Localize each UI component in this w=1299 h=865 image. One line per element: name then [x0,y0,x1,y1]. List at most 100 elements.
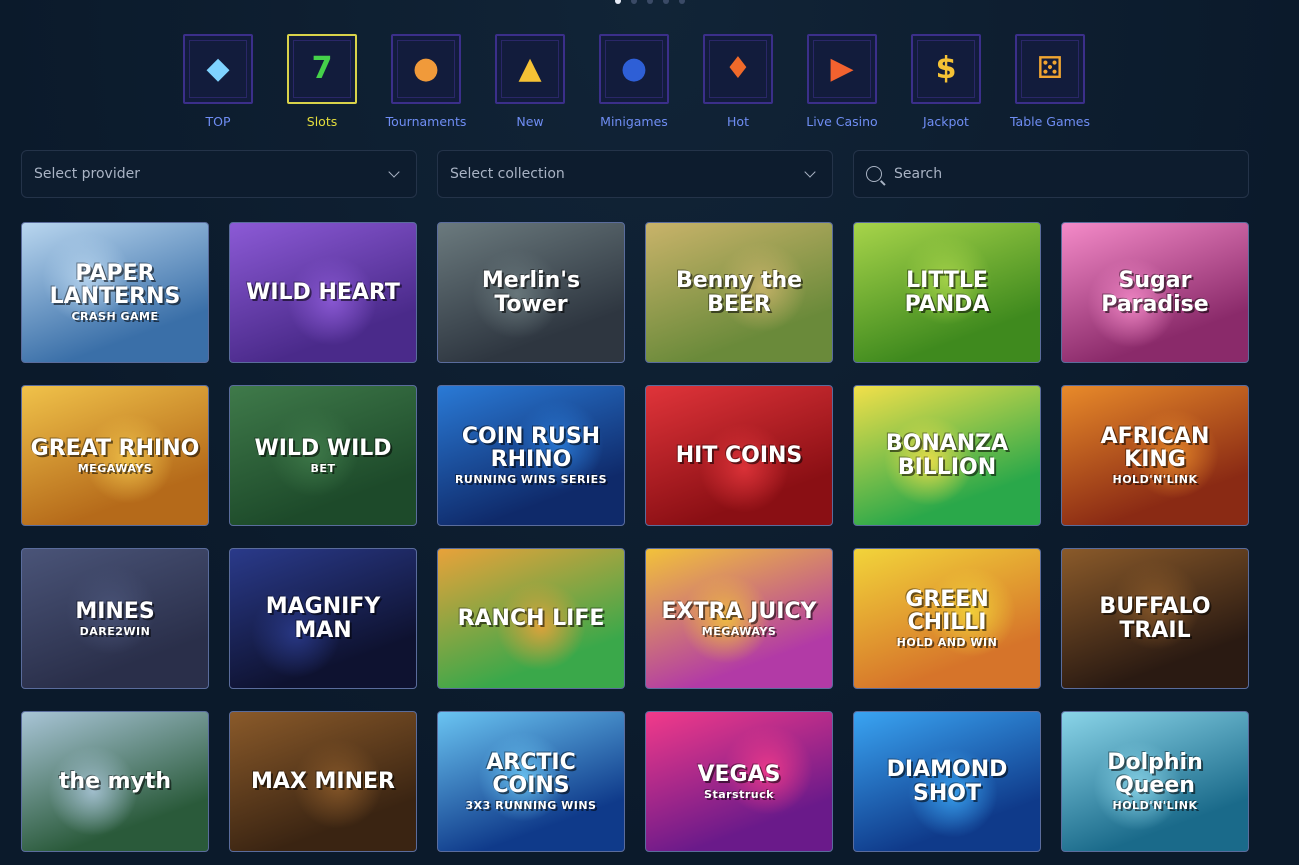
game-card[interactable]: DIAMOND SHOT [853,711,1041,852]
carousel-dots [0,0,1299,4]
game-title-text: PAPER LANTERNS [49,261,181,310]
carousel-dot[interactable] [630,0,637,4]
game-subtitle: HOLD'N'LINK [1112,799,1198,813]
game-card[interactable]: ARCTIC COINS 3X3 RUNNING WINS [437,711,625,852]
game-card[interactable]: EXTRA JUICY MEGAWAYS [645,548,833,689]
game-title-text: MINES [75,598,155,624]
category-label: Slots [306,114,338,129]
game-subtitle: Starstruck [704,787,774,801]
game-title: BONANZA BILLION [854,432,1040,478]
chevron-down-icon [804,166,816,178]
category-label: Minigames [600,114,668,129]
game-card[interactable]: WILD WILD BET [229,385,417,526]
game-card[interactable]: MINES DARE2WIN [21,548,209,689]
game-title-text: GREAT RHINO [30,435,200,461]
game-title: GREEN CHILLI HOLD AND WIN [854,588,1040,649]
category-tile: ▶ [807,34,877,104]
category-live-casino[interactable]: ▶ Live Casino [790,34,894,129]
collection-select[interactable]: Select collection [437,150,833,198]
game-card[interactable]: Benny the BEER [645,222,833,363]
game-title-text: Dolphin Queen [1107,750,1203,799]
flame-icon: ♦ [724,51,752,86]
game-title-text: MAX MINER [251,768,395,794]
game-subtitle: DARE2WIN [79,624,151,638]
category-hot[interactable]: ♦ Hot [686,34,790,129]
game-title-text: BUFFALO TRAIL [1099,594,1211,643]
game-card[interactable]: the myth [21,711,209,852]
game-card[interactable]: PAPER LANTERNS CRASH GAME [21,222,209,363]
category-tile: 7 [287,34,357,104]
game-subtitle: BET [310,461,336,475]
game-card[interactable]: COIN RUSH RHINO RUNNING WINS SERIES [437,385,625,526]
game-card[interactable]: Sugar Paradise [1061,222,1249,363]
search-icon [866,166,882,182]
game-title-text: WILD WILD [254,435,392,461]
category-minigames[interactable]: ● Minigames [582,34,686,129]
game-title: AFRICAN KING HOLD'N'LINK [1062,425,1248,486]
category-label: Hot [727,114,749,129]
play-icon: ▶ [830,51,854,86]
category-label: Tournaments [385,114,467,129]
filter-bar: Select provider Select collection [21,150,1249,198]
provider-select[interactable]: Select provider [21,150,417,198]
game-title-text: WILD HEART [246,279,400,305]
category-label: New [516,114,544,129]
game-title: RANCH LIFE [450,607,613,630]
carousel-dot[interactable] [614,0,621,4]
category-slots[interactable]: 7 Slots [270,34,374,129]
game-card[interactable]: GREAT RHINO MEGAWAYS [21,385,209,526]
game-card[interactable]: MAGNIFY MAN [229,548,417,689]
bomb-icon: ● [620,51,648,86]
game-card[interactable]: HIT COINS [645,385,833,526]
chevron-down-icon [388,166,400,178]
game-card[interactable]: VEGAS Starstruck [645,711,833,852]
category-tile: ▲ [495,34,565,104]
game-title: Dolphin Queen HOLD'N'LINK [1062,751,1248,812]
game-title: Merlin's Tower [438,269,624,315]
carousel-dot[interactable] [646,0,653,4]
category-table-games[interactable]: ⚄ Table Games [998,34,1102,129]
game-title: MINES DARE2WIN [67,600,162,638]
carousel-dot[interactable] [678,0,685,4]
game-title-text: EXTRA JUICY [661,598,817,624]
game-card[interactable]: WILD HEART [229,222,417,363]
category-tile: ◆ [183,34,253,104]
category-tournaments[interactable]: ● Tournaments [374,34,478,129]
game-card[interactable]: GREEN CHILLI HOLD AND WIN [853,548,1041,689]
game-title: ARCTIC COINS 3X3 RUNNING WINS [438,751,624,812]
diamond-icon: ◆ [206,51,230,86]
category-jackpot[interactable]: $ Jackpot [894,34,998,129]
game-card[interactable]: LITTLE PANDA [853,222,1041,363]
game-card[interactable]: BUFFALO TRAIL [1061,548,1249,689]
game-card[interactable]: Dolphin Queen HOLD'N'LINK [1061,711,1249,852]
search-box [853,150,1249,198]
game-title: WILD WILD BET [246,437,399,475]
game-title: MAGNIFY MAN [230,595,416,641]
game-card[interactable]: BONANZA BILLION [853,385,1041,526]
category-new[interactable]: ▲ New [478,34,582,129]
game-title-text: AFRICAN KING [1100,424,1210,473]
game-card[interactable]: AFRICAN KING HOLD'N'LINK [1061,385,1249,526]
search-input[interactable] [892,165,1236,183]
game-title-text: Sugar Paradise [1101,268,1209,317]
game-title: Benny the BEER [646,269,832,315]
collection-select-label: Select collection [450,166,565,182]
game-title-text: LITTLE PANDA [904,268,990,317]
category-top[interactable]: ◆ TOP [166,34,270,129]
category-label: Jackpot [923,114,969,129]
game-title-text: BONANZA BILLION [885,431,1009,480]
game-card[interactable]: RANCH LIFE [437,548,625,689]
game-title: VEGAS Starstruck [690,763,789,801]
category-tile: ♦ [703,34,773,104]
game-title: GREAT RHINO MEGAWAYS [23,437,208,475]
game-card[interactable]: MAX MINER [229,711,417,852]
game-title-text: VEGAS [697,761,781,787]
game-subtitle: CRASH GAME [71,310,159,324]
game-subtitle: HOLD'N'LINK [1112,473,1198,487]
game-grid: PAPER LANTERNS CRASH GAME WILD HEART Merlin… [21,222,1249,852]
carousel-dot[interactable] [662,0,669,4]
category-label: Live Casino [806,114,878,129]
game-card[interactable]: Merlin's Tower [437,222,625,363]
game-title: LITTLE PANDA [854,269,1040,315]
game-subtitle: MEGAWAYS [701,624,777,638]
